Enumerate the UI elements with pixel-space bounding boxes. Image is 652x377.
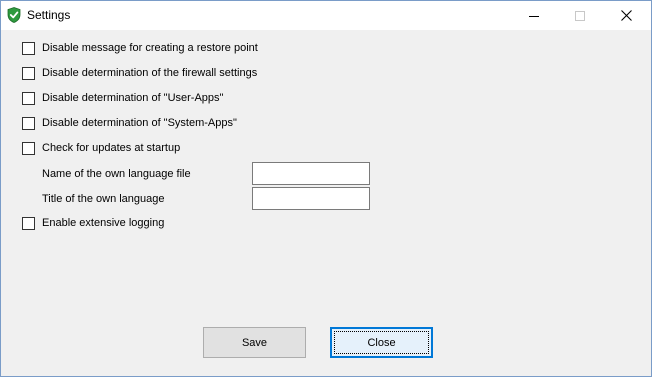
option-disable-user-apps[interactable]: Disable determination of "User-Apps" bbox=[22, 90, 223, 106]
option-label: Check for updates at startup bbox=[42, 142, 181, 154]
close-button[interactable]: Close bbox=[330, 327, 433, 358]
shield-check-icon bbox=[7, 7, 21, 23]
option-label: Disable determination of "User-Apps" bbox=[42, 92, 224, 104]
language-file-label: Name of the own language file bbox=[42, 168, 191, 180]
close-icon bbox=[620, 10, 632, 21]
checkbox[interactable] bbox=[22, 216, 35, 230]
close-window-button[interactable] bbox=[603, 1, 649, 30]
minimize-button[interactable] bbox=[511, 1, 557, 30]
checkbox[interactable] bbox=[22, 66, 35, 80]
window-title: Settings bbox=[27, 8, 71, 22]
checkbox[interactable] bbox=[22, 41, 35, 55]
language-title-label: Title of the own language bbox=[42, 193, 165, 205]
maximize-button[interactable] bbox=[557, 1, 603, 30]
save-button-label: Save bbox=[241, 336, 268, 349]
checkbox[interactable] bbox=[22, 91, 35, 105]
option-check-updates[interactable]: Check for updates at startup bbox=[22, 140, 180, 156]
settings-window: Settings Disable message for creating a … bbox=[0, 0, 652, 377]
option-disable-firewall-settings[interactable]: Disable determination of the firewall se… bbox=[22, 65, 257, 81]
option-label: Disable determination of the firewall se… bbox=[42, 67, 258, 79]
option-label: Disable determination of "System-Apps" bbox=[42, 117, 237, 129]
checkbox[interactable] bbox=[22, 116, 35, 130]
option-label: Disable message for creating a restore p… bbox=[42, 42, 258, 54]
option-disable-restore-point-message[interactable]: Disable message for creating a restore p… bbox=[22, 40, 258, 56]
option-extensive-logging[interactable]: Enable extensive logging bbox=[22, 215, 164, 231]
save-button[interactable]: Save bbox=[203, 327, 306, 358]
option-disable-system-apps[interactable]: Disable determination of "System-Apps" bbox=[22, 115, 237, 131]
focus-rectangle bbox=[334, 331, 429, 354]
language-file-input[interactable] bbox=[252, 162, 370, 185]
checkbox[interactable] bbox=[22, 141, 35, 155]
language-title-input[interactable] bbox=[252, 187, 370, 210]
minimize-icon bbox=[529, 15, 539, 17]
title-bar[interactable]: Settings bbox=[1, 1, 651, 30]
maximize-icon bbox=[575, 10, 585, 21]
option-label: Enable extensive logging bbox=[42, 217, 165, 229]
